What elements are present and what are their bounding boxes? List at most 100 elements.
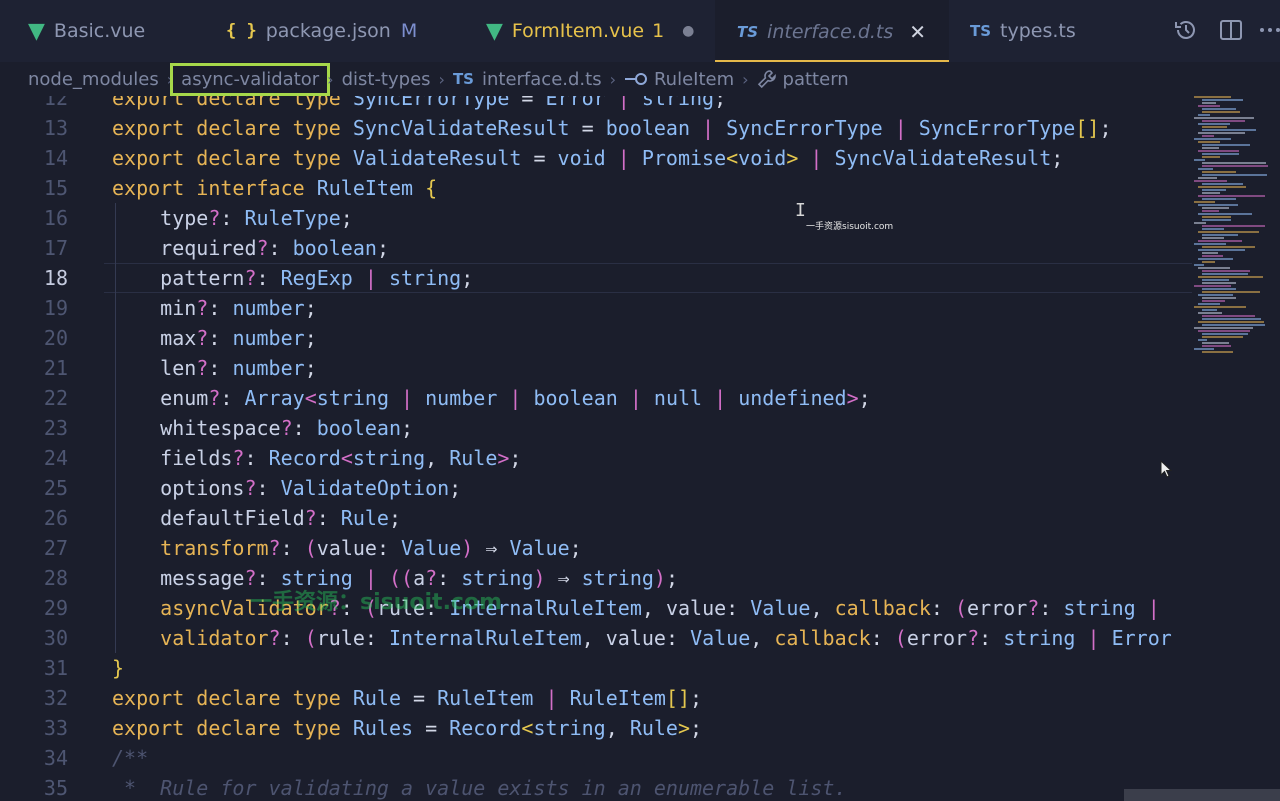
code-text: fields?: Record<string, Rule>; [112, 446, 522, 470]
code-text: export declare type Rules = Record<strin… [112, 716, 703, 740]
minimap-line [1202, 300, 1225, 302]
code-line[interactable]: 23 whitespace?: boolean; [0, 413, 1192, 443]
timeline-history-icon[interactable] [1172, 16, 1200, 44]
code-line[interactable]: 29 asyncValidator?: (rule: InternalRuleI… [0, 593, 1192, 623]
code-line[interactable]: 33 export declare type Rules = Record<str… [0, 713, 1192, 743]
code-line[interactable]: 26 defaultField?: Rule; [0, 503, 1192, 533]
code-line[interactable]: 31} [0, 653, 1192, 683]
tab-formitem-vue[interactable]: ▼ FormItem.vue 1 ● [486, 0, 694, 62]
line-number: 23 [43, 416, 68, 440]
minimap-line [1202, 156, 1220, 158]
wrench-property-icon [757, 70, 776, 89]
code-line[interactable]: 22 enum?: Array<string | number | boolea… [0, 383, 1192, 413]
line-number: 33 [43, 716, 68, 740]
minimap-line [1202, 255, 1223, 257]
minimap-line [1198, 123, 1230, 125]
minimap-line [1202, 324, 1265, 326]
breadcrumb-property-pattern[interactable]: pattern [757, 69, 849, 90]
minimap-line [1202, 189, 1226, 191]
vue-file-icon: ▼ [28, 18, 45, 44]
code-line[interactable]: 17 required?: boolean; [0, 233, 1192, 263]
tab-types-ts[interactable]: TS types.ts [970, 0, 1076, 62]
minimap-line [1202, 297, 1236, 299]
line-number: 31 [43, 656, 68, 680]
minimap-line [1202, 333, 1248, 335]
code-line[interactable]: 15 export interface RuleItem { [0, 173, 1192, 203]
code-line[interactable]: 21 len?: number; [0, 353, 1192, 383]
minimap-line [1202, 270, 1250, 272]
minimap-line [1194, 327, 1253, 329]
code-text: /** [112, 746, 149, 770]
minimap-line [1194, 96, 1231, 98]
breadcrumb-dist-types[interactable]: dist-types [342, 69, 431, 90]
split-editor-icon[interactable] [1217, 16, 1245, 44]
line-number: 17 [43, 236, 68, 260]
minimap-line [1198, 168, 1213, 170]
tab-basic-vue[interactable]: ▼ Basic.vue [28, 0, 145, 62]
minimap-line [1202, 261, 1215, 263]
minimap-line [1202, 120, 1245, 122]
ts-file-icon: TS [452, 70, 474, 88]
code-line[interactable]: 32 export declare type Rule = RuleItem | … [0, 683, 1192, 713]
tab-package-json[interactable]: { } package.json M [226, 0, 417, 62]
minimap-line [1202, 126, 1227, 128]
line-number: 19 [43, 296, 68, 320]
code-line[interactable]: 25 options?: ValidateOption; [0, 473, 1192, 503]
minimap-line [1198, 267, 1230, 269]
code-line[interactable]: 35 * Rule for validating a value exists … [0, 773, 1192, 801]
minimap-line [1202, 288, 1236, 290]
minimap[interactable] [1192, 96, 1280, 358]
line-number: 30 [43, 626, 68, 650]
minimap-line [1202, 291, 1260, 293]
minimap-line [1202, 108, 1236, 110]
vue-file-icon: ▼ [486, 18, 503, 44]
minimap-line [1202, 237, 1224, 239]
line-number: 32 [43, 686, 68, 710]
code-editor[interactable]: 12 export declare type SyncErrorType = Er… [0, 96, 1192, 801]
code-line[interactable]: 34 /** [0, 743, 1192, 773]
breadcrumb-file[interactable]: TS interface.d.ts [453, 69, 602, 90]
horizontal-scrollbar[interactable] [1124, 789, 1280, 801]
more-actions-icon[interactable] [1256, 16, 1280, 44]
code-text: validator?: (rule: InternalRuleItem, val… [112, 626, 1172, 650]
chevron-right-icon: › [742, 69, 749, 89]
minimap-line [1194, 180, 1227, 182]
code-line[interactable]: 16 type?: RuleType; [0, 203, 1192, 233]
code-line[interactable]: 30 validator?: (rule: InternalRuleItem, … [0, 623, 1192, 653]
code-line[interactable]: 24 fields?: Record<string, Rule>; [0, 443, 1192, 473]
code-line[interactable]: 18 pattern?: RegExp | string; [0, 263, 1192, 293]
code-text: export declare type ValidateResult = voi… [112, 146, 1064, 170]
code-line[interactable]: 19 min?: number; [0, 293, 1192, 323]
code-line[interactable]: 20 max?: number; [0, 323, 1192, 353]
line-number: 28 [43, 566, 68, 590]
minimap-line [1198, 312, 1222, 314]
close-tab-icon[interactable]: ✕ [909, 20, 926, 44]
code-line[interactable]: 14 export declare type ValidateResult = v… [0, 143, 1192, 173]
minimap-line [1194, 264, 1204, 266]
line-number: 35 [43, 776, 68, 800]
code-line[interactable]: 28 message?: string | ((a?: string) ⇒ st… [0, 563, 1192, 593]
minimap-line [1194, 306, 1246, 308]
minimap-line [1202, 183, 1243, 185]
minimap-line [1202, 279, 1229, 281]
breadcrumb-node-modules[interactable]: node_modules [28, 69, 159, 90]
minimap-line [1202, 219, 1231, 221]
breadcrumb-async-validator[interactable]: async-validator [170, 62, 331, 96]
code-text: export declare type Rule = RuleItem | Ru… [112, 686, 703, 710]
code-text: enum?: Array<string | number | boolean |… [112, 386, 871, 410]
code-line[interactable]: 27 transform?: (value: Value) ⇒ Value; [0, 533, 1192, 563]
line-number: 26 [43, 506, 68, 530]
line-number: 27 [43, 536, 68, 560]
line-number: 34 [43, 746, 68, 770]
code-line[interactable]: 12 export declare type SyncErrorType = Er… [0, 96, 1192, 113]
minimap-line [1202, 318, 1261, 320]
minimap-line [1202, 171, 1236, 173]
tab-interface-d-ts[interactable]: TS interface.d.ts ✕ [715, 0, 949, 62]
minimap-line [1202, 336, 1243, 338]
breadcrumb: node_modules › async-validator › dist-ty… [0, 62, 1280, 96]
code-line[interactable]: 13 export declare type SyncValidateResult… [0, 113, 1192, 143]
minimap-line [1202, 162, 1266, 164]
line-number: 22 [43, 386, 68, 410]
unsaved-dot-icon[interactable]: ● [682, 23, 694, 39]
breadcrumb-symbol-ruleitem[interactable]: RuleItem [624, 69, 734, 90]
